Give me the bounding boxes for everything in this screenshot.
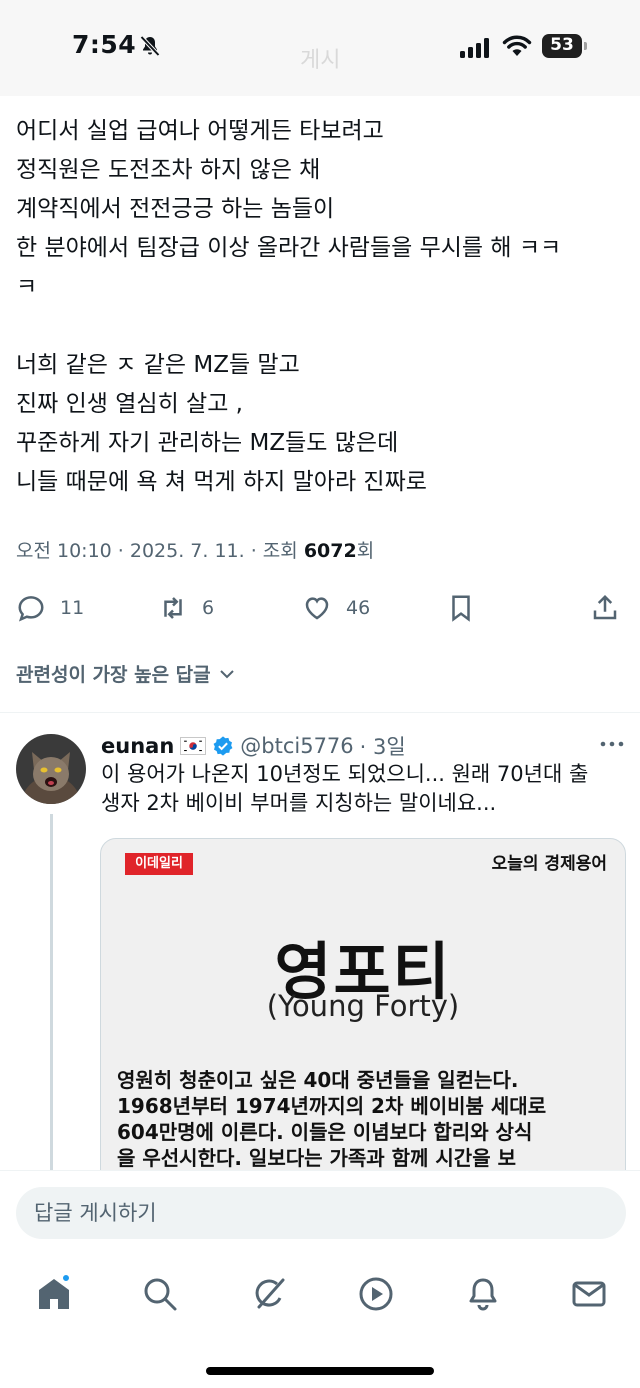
header-title-faded: 게시 <box>300 48 341 73</box>
reply-avatar[interactable] <box>16 734 86 804</box>
image-term-english: (Young Forty) <box>266 989 460 1023</box>
cellular-signal-icon <box>460 38 489 58</box>
edaily-logo: 이데일리 <box>125 853 193 875</box>
reply-author-name[interactable]: eunan <box>101 734 174 758</box>
view-count[interactable]: 6072 <box>304 540 357 562</box>
verified-badge-icon <box>213 736 233 756</box>
wifi-icon <box>502 35 532 56</box>
tweet-line <box>16 307 626 346</box>
tweet-line: ㅋ <box>16 274 38 300</box>
bookmark-icon <box>452 595 470 622</box>
bell-off-icon <box>140 35 160 57</box>
tab-grok[interactable] <box>250 1275 288 1313</box>
messages-icon <box>572 1281 606 1307</box>
tab-home[interactable] <box>35 1273 73 1313</box>
tab-video[interactable] <box>357 1275 395 1313</box>
tab-messages[interactable] <box>570 1275 608 1313</box>
tweet-line: 니들 때문에 욕 쳐 먹게 하지 말아라 진짜로 <box>16 469 427 495</box>
tab-bar <box>0 1271 640 1319</box>
tab-search[interactable] <box>141 1275 179 1313</box>
bottom-bar <box>0 1170 640 1388</box>
tweet-line: 꾸준하게 자기 관리하는 MZ들도 많은데 <box>16 430 399 456</box>
heart-icon <box>305 597 329 620</box>
tweet-line: 너희 같은 ㅈ 같은 MZ들 말고 <box>16 352 300 378</box>
tweet-meta: 오전 10:10 · 2025. 7. 11. · 조회 6072회 <box>16 536 374 563</box>
retweet-icon <box>164 597 182 619</box>
tweet-text: 어디서 실업 급여나 어떻게든 타보려고 정직원은 도전조차 하지 않은 채 계… <box>16 112 626 502</box>
tab-notifications[interactable] <box>464 1275 502 1313</box>
new-posts-dot <box>61 1273 71 1283</box>
grok-icon <box>255 1278 285 1309</box>
reply-button[interactable]: 11 <box>16 590 84 626</box>
reply-text: 이 용어가 나온지 10년정도 되었으니... 원래 70년대 출 생자 2차 … <box>101 760 621 818</box>
tweet-timestamp: 오전 10:10 · 2025. 7. 11. · 조회 <box>16 540 304 562</box>
notifications-icon <box>469 1278 497 1311</box>
divider <box>0 712 640 713</box>
search-icon <box>144 1278 177 1311</box>
reply-time: · 3일 <box>359 735 406 759</box>
home-indicator <box>206 1367 434 1375</box>
share-button[interactable] <box>590 590 620 626</box>
korea-flag-icon <box>180 737 207 755</box>
status-time: 7:54 <box>72 30 137 59</box>
status-bar: 7:54 게시 53 <box>0 0 640 96</box>
view-suffix: 회 <box>356 540 375 562</box>
reply-line: 생자 2차 베이비 부머를 지칭하는 말이네요... <box>101 791 497 815</box>
image-definition: 영원히 청춘이고 싶은 40대 중년들을 일컫는다. 1968년부터 1974년… <box>117 1067 613 1171</box>
cat-avatar-image <box>16 734 86 804</box>
definition-line: 604만명에 이른다. 이들은 이념보다 합리와 상식 <box>117 1120 533 1144</box>
tweet-line: 계약직에서 전전긍긍 하는 놈들이 <box>16 196 335 222</box>
tweet-line: 진짜 인생 열심히 살고 , <box>16 391 243 417</box>
tweet-line: 정직원은 도전조차 하지 않은 채 <box>16 157 321 183</box>
reply-composer[interactable] <box>16 1187 626 1239</box>
share-icon <box>593 594 617 620</box>
reply-sort-label: 관련성이 가장 높은 답글 <box>16 664 211 686</box>
like-button[interactable]: 46 <box>302 590 370 626</box>
bookmark-button[interactable] <box>446 590 476 626</box>
reply-sort-dropdown[interactable]: 관련성이 가장 높은 답글 <box>16 660 237 687</box>
definition-line: 영원히 청춘이고 싶은 40대 중년들을 일컫는다. <box>117 1068 519 1092</box>
image-series-title: 오늘의 경제용어 <box>491 854 607 874</box>
reply-header: eunan @btci5776 · 3일 <box>101 731 621 761</box>
battery-level: 53 <box>550 35 574 55</box>
chevron-down-icon <box>219 669 234 678</box>
battery-icon: 53 <box>542 34 588 58</box>
thread-line <box>50 814 53 1172</box>
definition-line: 1968년부터 1974년까지의 2차 베이비붐 세대로 <box>117 1094 547 1118</box>
retweet-button[interactable]: 6 <box>158 590 214 626</box>
tweet-line: 한 분야에서 팀장급 이상 올라간 사람들을 무시를 해 ㅋㅋ <box>16 235 562 261</box>
tweet-line: 어디서 실업 급여나 어떻게든 타보려고 <box>16 118 384 144</box>
reply-image[interactable]: 이데일리 오늘의 경제용어 영포티 (Young Forty) 영원히 청춘이고… <box>100 838 626 1178</box>
reply-line: 이 용어가 나온지 10년정도 되었으니... 원래 70년대 출 <box>101 762 589 786</box>
reply-icon <box>18 596 44 622</box>
reply-author-handle[interactable]: @btci5776 <box>240 734 353 758</box>
retweet-count: 6 <box>202 597 215 619</box>
more-options-icon[interactable] <box>599 734 625 754</box>
reply-input[interactable] <box>34 1187 604 1239</box>
video-icon <box>359 1277 393 1311</box>
like-count: 46 <box>346 597 371 619</box>
definition-line: 을 우선시한다. 일보다는 가족과 함께 시간을 보 <box>117 1146 516 1170</box>
tweet-actions: 11 6 46 <box>0 586 640 630</box>
reply-count: 11 <box>60 597 85 619</box>
